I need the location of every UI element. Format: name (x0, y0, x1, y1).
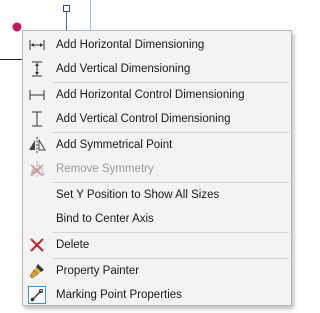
property-painter-brush-icon (28, 262, 46, 280)
horizontal-control-dimension-icon (28, 86, 46, 104)
menu-item-label: Delete (56, 239, 90, 251)
context-menu: Add Horizontal Dimensioning Add Vertical… (22, 30, 292, 306)
menu-item-label: Bind to Center Axis (56, 213, 154, 225)
menu-item-label: Remove Symmetry (56, 163, 154, 175)
selection-handle (63, 5, 70, 12)
menu-item-label: Add Vertical Control Dimensioning (56, 113, 231, 125)
menu-item-property-painter[interactable]: Property Painter (23, 259, 291, 283)
menu-item-add-symmetrical-point[interactable]: Add Symmetrical Point (23, 133, 291, 157)
menu-item-label: Property Painter (56, 265, 140, 277)
menu-item-add-vertical-control-dimensioning[interactable]: Add Vertical Control Dimensioning (23, 107, 291, 131)
menu-item-label: Add Symmetrical Point (56, 139, 173, 151)
menu-item-bind-to-center-axis[interactable]: Bind to Center Axis (23, 207, 291, 231)
menu-item-add-horizontal-control-dimensioning[interactable]: Add Horizontal Control Dimensioning (23, 83, 291, 107)
menu-item-add-horizontal-dimensioning[interactable]: Add Horizontal Dimensioning (23, 33, 291, 57)
vertical-control-dimension-icon (28, 110, 46, 128)
marker-point (12, 22, 22, 32)
menu-item-label: Add Vertical Dimensioning (56, 63, 191, 75)
symmetrical-point-icon (28, 136, 46, 154)
menu-item-marking-point-properties[interactable]: Marking Point Properties (23, 283, 291, 307)
menu-item-remove-symmetry[interactable]: Remove Symmetry (23, 157, 291, 181)
remove-symmetry-icon (28, 160, 46, 178)
menu-item-label: Add Horizontal Control Dimensioning (56, 89, 245, 101)
menu-item-set-y-position[interactable]: Set Y Position to Show All Sizes (23, 183, 291, 207)
menu-item-label: Add Horizontal Dimensioning (56, 39, 205, 51)
vertical-dimension-icon (28, 60, 46, 78)
menu-item-add-vertical-dimensioning[interactable]: Add Vertical Dimensioning (23, 57, 291, 81)
menu-item-delete[interactable]: Delete (23, 233, 291, 257)
delete-x-icon (28, 236, 46, 254)
horizontal-dimension-icon (28, 36, 46, 54)
menu-item-label: Set Y Position to Show All Sizes (56, 189, 220, 201)
marking-point-properties-icon (28, 286, 46, 304)
menu-item-label: Marking Point Properties (56, 289, 182, 301)
